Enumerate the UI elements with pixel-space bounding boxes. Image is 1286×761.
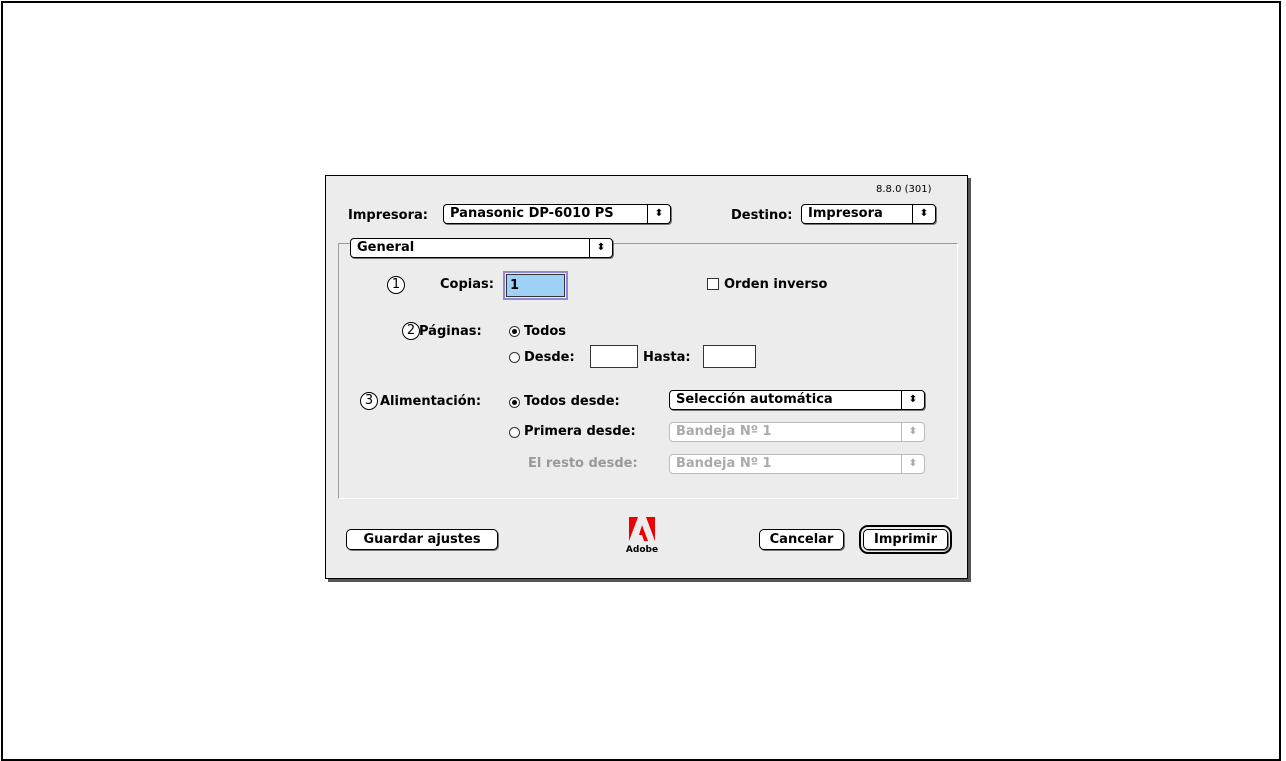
destination-popup[interactable]: Impresora ⬍ xyxy=(801,204,936,224)
callout-1: 1 xyxy=(387,276,405,294)
rest-from-popup-value: Bandeja Nº 1 xyxy=(676,456,772,471)
adobe-logo-icon xyxy=(629,517,655,541)
reverse-order-checkbox[interactable] xyxy=(707,278,719,290)
copies-input[interactable]: 1 xyxy=(503,271,568,300)
all-from-popup-value: Selección automática xyxy=(676,392,833,407)
up-down-arrows-icon: ⬍ xyxy=(901,391,924,409)
all-from-popup[interactable]: Selección automática ⬍ xyxy=(669,390,925,410)
all-from-label: Todos desde: xyxy=(524,394,620,409)
pages-from-label: Desde: xyxy=(524,350,575,365)
up-down-arrows-icon: ⬍ xyxy=(912,205,935,223)
pages-range-radio[interactable] xyxy=(509,352,520,363)
pages-all-radio[interactable] xyxy=(509,326,520,337)
rest-from-popup[interactable]: Bandeja Nº 1 ⬍ xyxy=(669,454,925,474)
up-down-arrows-icon: ⬍ xyxy=(901,423,924,441)
print-button[interactable]: Imprimir xyxy=(859,525,952,554)
printer-label: Impresora: xyxy=(348,208,428,223)
reverse-order-label: Orden inverso xyxy=(724,277,828,292)
up-down-arrows-icon: ⬍ xyxy=(647,205,670,223)
rest-from-label: El resto desde: xyxy=(528,456,638,471)
pages-label: Páginas: xyxy=(419,324,482,339)
destination-popup-value: Impresora xyxy=(808,206,883,221)
all-from-radio[interactable] xyxy=(509,397,520,408)
first-from-radio[interactable] xyxy=(509,427,520,438)
first-from-popup-value: Bandeja Nº 1 xyxy=(676,424,772,439)
up-down-arrows-icon: ⬍ xyxy=(589,239,612,257)
destination-label: Destino: xyxy=(731,208,793,223)
callout-2: 2 xyxy=(402,322,420,340)
panel-popup[interactable]: General ⬍ xyxy=(350,238,613,258)
copies-label: Copias: xyxy=(440,277,494,292)
pages-to-input[interactable] xyxy=(703,345,756,368)
paper-source-label: Alimentación: xyxy=(380,394,482,409)
pages-to-label: Hasta: xyxy=(643,350,691,365)
first-from-popup[interactable]: Bandeja Nº 1 ⬍ xyxy=(669,422,925,442)
adobe-logo-text: Adobe xyxy=(625,545,659,555)
cancel-button[interactable]: Cancelar xyxy=(759,529,844,550)
pages-all-label: Todos xyxy=(524,324,567,339)
version-label: 8.8.0 (301) xyxy=(876,184,932,195)
save-settings-button[interactable]: Guardar ajustes xyxy=(346,529,498,550)
printer-popup[interactable]: Panasonic DP-6010 PS ⬍ xyxy=(443,204,671,224)
first-from-label: Primera desde: xyxy=(524,424,636,439)
adobe-logo: Adobe xyxy=(622,517,662,555)
callout-3: 3 xyxy=(360,392,378,410)
print-dialog: 8.8.0 (301) Impresora: Panasonic DP-6010… xyxy=(325,175,968,579)
panel-popup-value: General xyxy=(357,240,415,255)
printer-popup-value: Panasonic DP-6010 PS xyxy=(450,206,614,221)
pages-from-input[interactable] xyxy=(590,345,638,368)
up-down-arrows-icon: ⬍ xyxy=(901,455,924,473)
